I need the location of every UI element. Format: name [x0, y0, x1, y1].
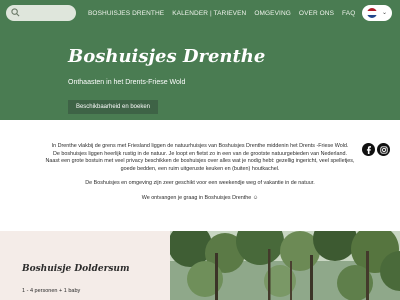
availability-button[interactable]: Beschikbaarheid en boeken — [68, 100, 158, 114]
hero-banner: Boshuisjes Drenthe Onthaasten in het Dre… — [0, 26, 400, 120]
intro-line: goede bedden, een ruim uitgeruste keuken… — [120, 165, 280, 172]
intro-line: We ontvangen je graag in Boshuisjes Dren… — [141, 194, 259, 201]
listing-card: Boshuisje Doldersum 1 - 4 personen + 1 b… — [0, 231, 170, 300]
intro-line: Naast een grote bostuin met veel privacy… — [45, 158, 355, 165]
menu-item-over-ons[interactable]: Over ons — [299, 10, 334, 17]
language-selector[interactable]: ⌄ — [362, 5, 392, 21]
top-navigation-bar: Boshuisjes Drenthe Kalender | Tarieven O… — [0, 0, 400, 26]
listing-capacity: 1 - 4 personen + 1 baby — [22, 288, 81, 294]
menu-item-boshuisjes-drenthe[interactable]: Boshuisjes Drenthe — [88, 10, 164, 17]
chevron-down-icon: ⌄ — [382, 10, 388, 16]
intro-line: In Drenthe vlakbij de grens met Frieslan… — [51, 143, 349, 149]
menu-item-omgeving[interactable]: Omgeving — [254, 10, 291, 17]
intro-line: De boshuisjes liggen heerlijk rustig in … — [53, 150, 347, 157]
menu-item-faq[interactable]: FAQ — [342, 10, 355, 17]
intro-line: De Boshuisjes en omgeving zijn zeer gesc… — [85, 180, 315, 187]
intro-text: In Drenthe vlakbij de grens met Frieslan… — [0, 143, 400, 203]
listing-title: Boshuisje Doldersum — [22, 264, 130, 274]
dutch-flag-icon — [367, 8, 377, 18]
forest-photo — [170, 231, 400, 300]
search-input[interactable] — [6, 5, 76, 21]
page-title: Boshuisjes Drenthe — [68, 46, 266, 67]
menu-item-kalender-tarieven[interactable]: Kalender | Tarieven — [172, 10, 246, 17]
search-icon — [11, 8, 20, 17]
main-menu: Boshuisjes Drenthe Kalender | Tarieven O… — [88, 0, 363, 26]
hero-subtitle: Onthaasten in het Drents-Friese Wold — [68, 79, 186, 86]
